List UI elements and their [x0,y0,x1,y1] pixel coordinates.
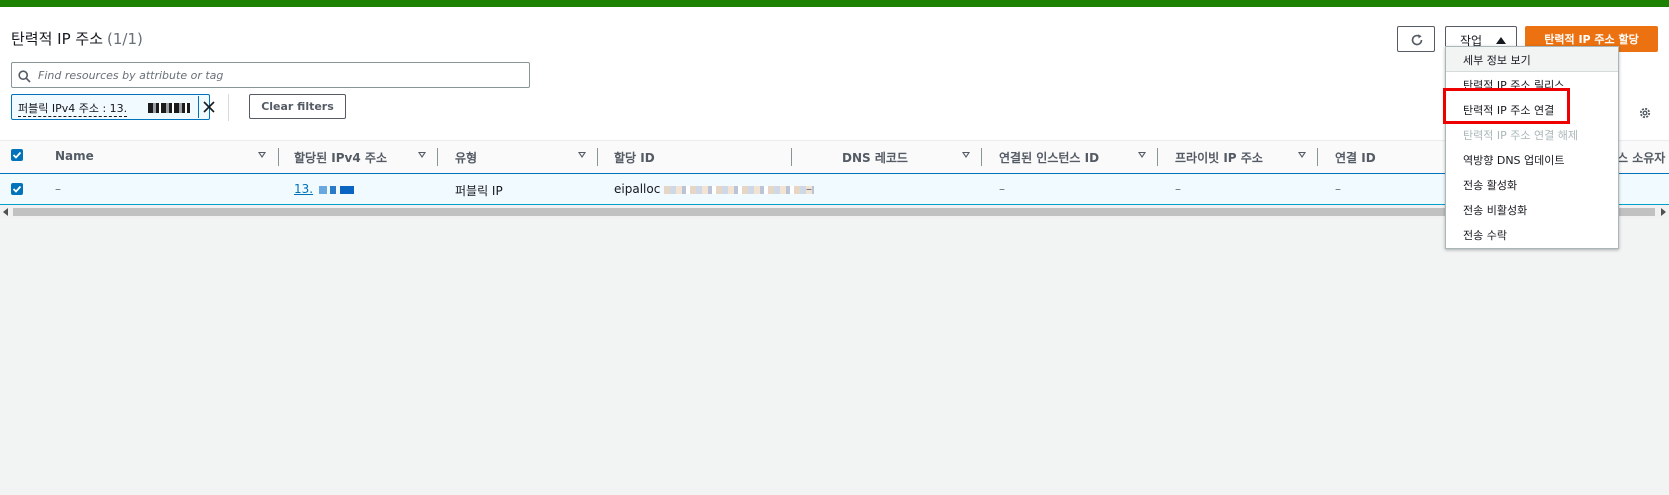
close-icon[interactable] [202,99,216,118]
cell-association-id: – [1335,182,1341,196]
actions-dropdown-menu: 세부 정보 보기 탄력적 IP 주소 릴리스 탄력적 IP 주소 연결 탄력적 … [1445,46,1619,249]
caret-up-icon [1496,37,1506,44]
scroll-right-arrow[interactable] [1661,208,1666,216]
checkbox-checked-icon [12,185,22,193]
column-header-ipv4[interactable]: 할당된 IPv4 주소 [294,149,387,166]
column-header-instance-id[interactable]: 연결된 인스턴스 ID [999,149,1099,166]
cell-private-ip: – [1175,182,1181,196]
token-separator [198,96,199,118]
menu-item-associate-eip[interactable]: 탄력적 IP 주소 연결 [1446,97,1618,121]
filter-token[interactable]: 퍼블릭 IPv4 주소 : 13. [11,94,215,120]
menu-item-disassociate-eip: 탄력적 IP 주소 연결 해제 [1463,129,1578,142]
column-header-dns[interactable]: DNS 레코드 [842,149,908,166]
page-title: 탄력적 IP 주소 (1/1) [11,30,143,48]
menu-item-accept-transfer[interactable]: 전송 수락 [1446,222,1618,246]
menu-item-update-reverse-dns[interactable]: 역방향 DNS 업데이트 [1446,147,1618,171]
search-input[interactable] [38,66,518,84]
column-resizer[interactable] [981,148,982,166]
menu-item-view-details[interactable]: 세부 정보 보기 [1446,47,1618,72]
column-header-allocation-id[interactable]: 할당 ID [614,149,655,166]
column-resizer[interactable] [1317,148,1318,166]
menu-item-enable-transfer[interactable]: 전송 활성화 [1446,172,1618,196]
column-header-type[interactable]: 유형 [455,149,477,166]
cell-dns: – [806,182,812,196]
gear-icon[interactable] [1638,105,1652,124]
column-resizer[interactable] [437,148,438,166]
scroll-left-arrow[interactable] [3,208,8,216]
column-header-owner[interactable]: 스 소유자 [1617,149,1665,166]
column-header-association-id[interactable]: 연결 ID [1335,149,1376,166]
sort-icon[interactable] [258,152,266,158]
redacted-value [148,103,190,113]
row-checkbox[interactable] [11,183,23,195]
redacted-value [664,185,815,194]
main-panel: 탄력적 IP 주소(1/1) 퍼블릭 IPv4 주소 : 13. Clear f… [0,7,1669,219]
refresh-button[interactable] [1397,26,1435,52]
column-resizer[interactable] [791,148,792,166]
ipv4-link[interactable]: 13. [294,182,313,196]
search-icon [18,68,31,87]
clear-filters-button[interactable]: Clear filters [249,94,346,119]
sort-icon[interactable] [962,152,970,158]
column-resizer[interactable] [1157,148,1158,166]
checkbox-checked-icon [12,151,22,159]
sort-icon[interactable] [1138,152,1146,158]
sort-icon[interactable] [578,152,586,158]
redacted-value [318,185,327,194]
column-resizer[interactable] [278,148,279,166]
horizontal-scrollbar[interactable] [0,205,1669,219]
search-box[interactable] [11,62,530,88]
item-count: (1/1) [107,30,143,48]
sort-icon[interactable] [1298,152,1306,158]
column-header-name[interactable]: Name [55,149,94,163]
top-status-bar [0,0,1669,7]
column-header-private-ip[interactable]: 프라이빗 IP 주소 [1175,149,1263,166]
table-row[interactable]: – 13. 퍼블릭 IP eipalloc – – – – [0,174,1669,205]
table-header: Name 할당된 IPv4 주소 유형 할당 ID DNS 레코드 연결된 인스… [0,140,1669,175]
menu-item-disable-transfer[interactable]: 전송 비활성화 [1446,197,1618,221]
cell-ipv4[interactable]: 13. [294,182,354,196]
column-resizer[interactable] [597,148,598,166]
filter-token-label: 퍼블릭 IPv4 주소 : 13. [18,102,128,117]
refresh-icon [1411,34,1423,46]
scrollbar-thumb[interactable] [13,208,1655,216]
cell-type: 퍼블릭 IP [455,184,503,198]
filter-divider [228,94,229,121]
sort-icon[interactable] [418,152,426,158]
cell-allocation-id: eipalloc [614,182,815,196]
select-all-checkbox[interactable] [11,149,23,161]
menu-item-release-eip[interactable]: 탄력적 IP 주소 릴리스 [1446,72,1618,96]
cell-instance-id: – [999,182,1005,196]
cell-name: – [55,182,61,196]
